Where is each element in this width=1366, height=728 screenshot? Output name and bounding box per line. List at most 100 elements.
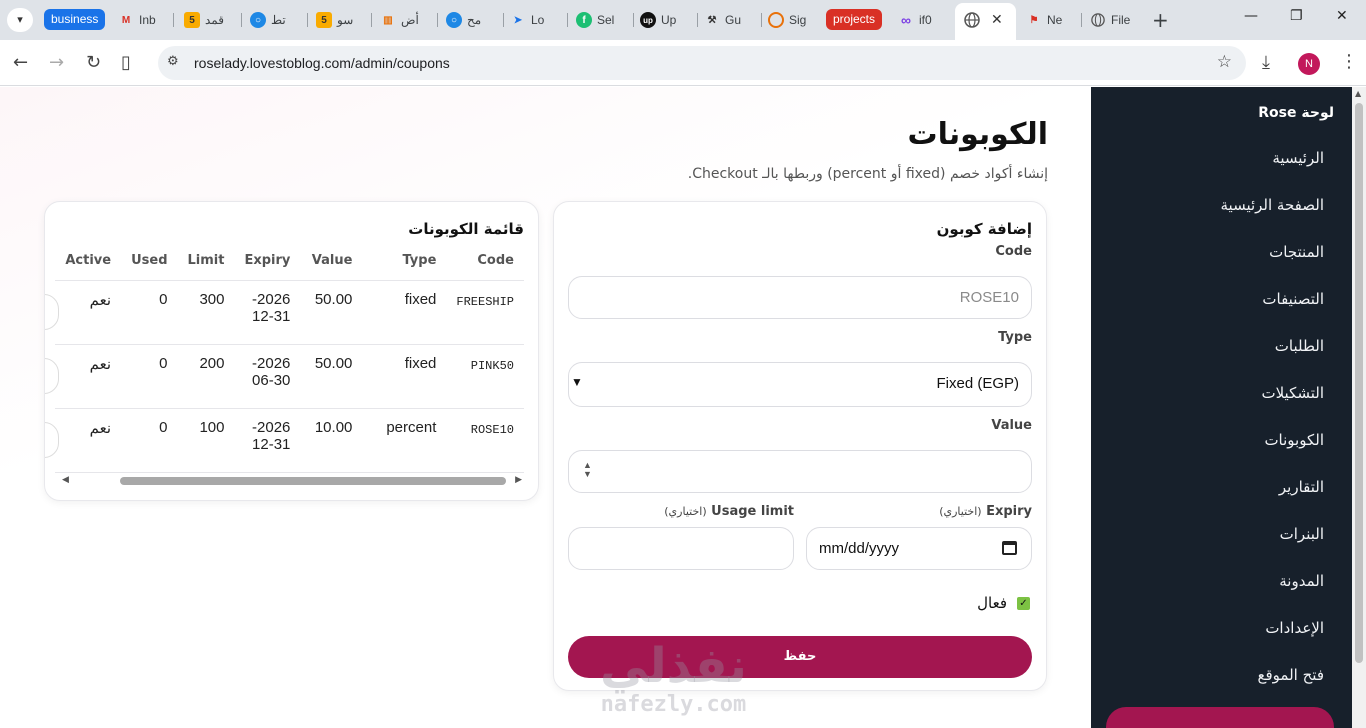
scroll-up-arrow-icon[interactable]: ▲	[1355, 89, 1361, 98]
expiry-date-input[interactable]: mm/dd/yyyy	[806, 527, 1032, 570]
tab-gmail[interactable]: M Inb	[118, 7, 174, 33]
cell-code: FREESHIP	[446, 280, 524, 345]
tab-group-business[interactable]: business	[44, 9, 106, 30]
new-tab-plus-icon[interactable]: +	[1152, 8, 1169, 32]
sidebar-item-products[interactable]: المنتجات	[1269, 243, 1324, 261]
cell-used: 0	[121, 408, 178, 473]
value-label: Value	[991, 418, 1032, 433]
table-row: FREESHIP fixed 50.00 2026- 12-31 300 0 نع…	[55, 280, 524, 345]
sidebar-item-orders[interactable]: الطلبات	[1275, 337, 1324, 355]
sidebar-item-dashboard[interactable]: الرئيسية	[1272, 149, 1324, 167]
col-value[interactable]: Value	[300, 242, 363, 281]
number-spinner-icon[interactable]: ▲ ▼	[583, 461, 592, 479]
tab-group-projects[interactable]: projects	[826, 9, 883, 30]
page-title: الكوبونات	[907, 117, 1048, 152]
type-select[interactable]: Fixed (EGP) ▼	[568, 362, 1032, 407]
tab-14[interactable]: ⚑ Ne	[1026, 7, 1082, 33]
table-row: PINK50 fixed 50.00 2026- 06-30 200 0 نعم	[55, 344, 524, 409]
tab-5[interactable]: ▥ أض	[380, 7, 438, 33]
col-used[interactable]: Used	[121, 242, 178, 281]
sidebar-item-banners[interactable]: البنرات	[1280, 525, 1324, 543]
col-type[interactable]: Type	[362, 242, 447, 281]
usage-limit-input[interactable]	[568, 527, 794, 570]
sidebar-item-reports[interactable]: التقارير	[1279, 478, 1324, 496]
col-active[interactable]: Active	[55, 242, 122, 281]
tool-icon: ⚒	[707, 14, 717, 26]
url-text[interactable]: roselady.lovestoblog.com/admin/coupons	[194, 55, 450, 71]
tab-3[interactable]: ○ تط	[250, 7, 308, 33]
scroll-left-arrow-icon[interactable]: ◀	[62, 475, 69, 485]
close-tab-icon[interactable]: ✕	[991, 12, 1003, 28]
scroll-right-arrow-icon[interactable]: ▶	[515, 475, 522, 485]
sidebar-item-homepage[interactable]: الصفحة الرئيسية	[1221, 196, 1325, 214]
reload-icon[interactable]: ↻	[86, 52, 101, 73]
usage-limit-label: Usage limit (اختياري)	[664, 504, 794, 519]
circle-icon: ○	[446, 12, 462, 28]
omnibox[interactable]: ⚙ roselady.lovestoblog.com/admin/coupons…	[158, 46, 1246, 80]
coupons-list-title: قائمة الكوبونات	[408, 220, 524, 238]
tab-search-chevron-icon[interactable]: ▾	[7, 8, 33, 32]
cell-active: نعم	[55, 408, 122, 473]
tab-4[interactable]: 5 سو	[316, 7, 372, 33]
sidebar-item-categories[interactable]: التصنيفات	[1262, 290, 1324, 308]
col-expiry[interactable]: Expiry	[234, 242, 301, 281]
col-limit[interactable]: Limit	[177, 242, 235, 281]
tab-15[interactable]: File	[1090, 7, 1146, 33]
minimize-icon[interactable]: —	[1244, 8, 1258, 24]
sidebar-item-variants[interactable]: التشكيلات	[1261, 384, 1324, 402]
forward-arrow-icon[interactable]: →	[49, 52, 64, 73]
tab-10[interactable]: ⚒ Gu	[704, 7, 762, 33]
back-arrow-icon[interactable]: ←	[13, 52, 28, 73]
close-window-icon[interactable]: ✕	[1336, 8, 1348, 24]
code-label: Code	[995, 244, 1032, 259]
col-code[interactable]: Code	[446, 242, 524, 281]
scroll-thumb[interactable]	[120, 477, 506, 485]
cell-type: percent	[362, 408, 447, 473]
sidebar-item-blog[interactable]: المدونة	[1279, 572, 1324, 590]
sidebar-item-open-site[interactable]: فتح الموقع	[1258, 666, 1324, 684]
sidebar-item-coupons[interactable]: الكوبونات	[1264, 431, 1324, 449]
tab-2[interactable]: 5 قمد	[184, 7, 242, 33]
address-bar-row: ← → ↻ ▯ ⚙ roselady.lovestoblog.com/admin…	[0, 40, 1366, 86]
sidebar-item-settings[interactable]: الإعدادات	[1265, 619, 1324, 637]
cell-expiry: 2026- 06-30	[234, 344, 301, 409]
restore-icon[interactable]: ❐	[1290, 8, 1303, 24]
cell-used: 0	[121, 344, 178, 409]
circle-icon: ○	[250, 12, 266, 28]
sidebar-brand[interactable]: لوحة Rose	[1258, 105, 1334, 121]
calendar-icon[interactable]	[1002, 541, 1017, 555]
tab-11[interactable]: Sig	[768, 7, 822, 33]
profile-avatar[interactable]: N	[1298, 53, 1320, 75]
page-vertical-scrollbar[interactable]: ▲	[1352, 87, 1366, 728]
browser-menu-icon[interactable]: ⋮	[1340, 51, 1358, 72]
globe-icon	[1090, 12, 1106, 28]
add-coupon-title: إضافة كوبون	[936, 220, 1032, 238]
active-checkbox[interactable]: ✓	[1017, 596, 1030, 610]
bookmark-star-icon[interactable]: ☆	[1217, 52, 1232, 72]
value-input[interactable]: ▲ ▼	[568, 450, 1032, 493]
type-label: Type	[998, 330, 1032, 345]
table-horizontal-scrollbar[interactable]: ◀ ▶	[60, 474, 524, 488]
active-checkbox-row[interactable]: ✓ فعال	[977, 594, 1030, 612]
reading-mode-icon[interactable]: ▯	[121, 52, 131, 73]
tab-7[interactable]: ➤ Lo	[510, 7, 568, 33]
table-header-row: Code Type Value Expiry Limit Used Active	[55, 242, 524, 281]
code-input[interactable]: ROSE10	[568, 276, 1032, 319]
infinity-icon: ∞	[901, 12, 911, 28]
page-scroll-thumb[interactable]	[1355, 103, 1363, 663]
download-icon[interactable]: ⤓	[1262, 52, 1270, 73]
type-selected-value: Fixed (EGP)	[936, 375, 1019, 392]
cell-expiry: 2026- 12-31	[234, 280, 301, 345]
tab-6[interactable]: ○ مح	[446, 7, 504, 33]
expiry-label: Expiry (اختياري)	[939, 504, 1032, 519]
globe-icon	[964, 12, 980, 32]
cell-code: ROSE10	[446, 408, 524, 473]
coupons-table: Code Type Value Expiry Limit Used Active…	[55, 242, 524, 473]
tab-9[interactable]: up Up	[640, 7, 698, 33]
active-tab[interactable]: ✕	[955, 3, 1016, 40]
site-info-icon[interactable]: ⚙	[167, 54, 179, 69]
tab-8[interactable]: f Sel	[576, 7, 634, 33]
expiry-date-placeholder: mm/dd/yyyy	[819, 540, 900, 557]
sidebar-bottom-button[interactable]	[1106, 707, 1334, 728]
tab-13[interactable]: ∞ if0	[898, 7, 950, 33]
